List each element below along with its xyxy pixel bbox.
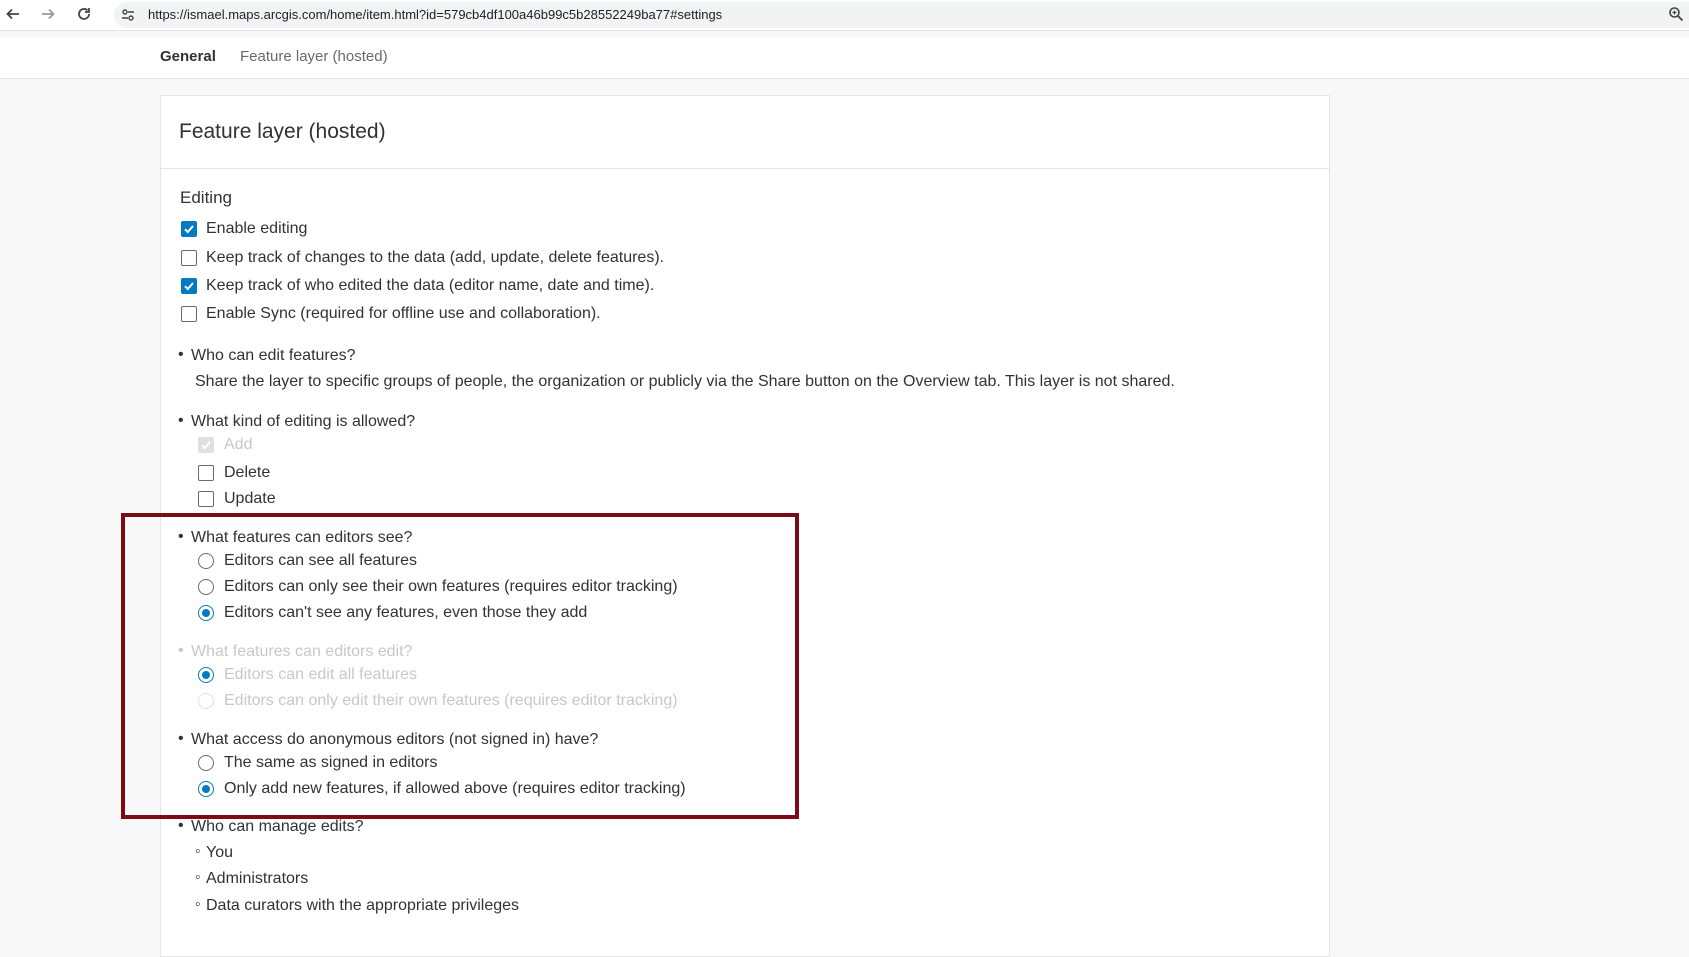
manage-item: You [206,844,233,861]
bullet-icon: • [178,346,184,363]
sub-bullet-icon: ◦ [195,896,201,913]
same-as-signed-in-radio[interactable] [198,755,214,771]
sub-bullet-icon: ◦ [195,869,201,886]
editing-kind-question: What kind of editing is allowed? [191,413,416,430]
see-none-radio[interactable] [198,605,214,621]
edit-own-label: Editors can only edit their own features… [224,692,678,709]
bullet-icon: • [178,730,184,747]
enable-editing-label: Enable editing [206,220,308,237]
update-checkbox[interactable] [198,491,214,507]
bullet-icon: • [178,642,184,659]
see-own-radio[interactable] [198,579,214,595]
delete-checkbox[interactable] [198,465,214,481]
features-edit-question: What features can editors edit? [191,643,413,660]
editing-heading: Editing [180,188,232,207]
site-settings-icon[interactable] [120,7,136,28]
bullet-icon: • [178,412,184,429]
card-header: Feature layer (hosted) [161,96,1329,169]
tab-feature-layer[interactable]: Feature layer (hosted) [240,48,388,65]
manage-item: Administrators [206,870,309,887]
browser-toolbar: https://ismael.maps.arcgis.com/home/item… [0,0,1689,31]
see-all-radio[interactable] [198,553,214,569]
tab-general[interactable]: General [160,48,216,65]
features-see-question: What features can editors see? [191,529,413,546]
see-own-label: Editors can only see their own features … [224,578,678,595]
url-text: https://ismael.maps.arcgis.com/home/item… [148,7,723,22]
delete-label: Delete [224,464,271,481]
enable-sync-label: Enable Sync (required for offline use an… [206,305,601,322]
edit-all-radio[interactable] [198,667,214,683]
manage-edits-question: Who can manage edits? [191,818,364,835]
update-label: Update [224,490,276,507]
settings-tabs: General Feature layer (hosted) [0,38,1689,79]
add-label: Add [224,436,253,453]
who-can-edit-description: Share the layer to specific groups of pe… [195,373,1175,390]
only-add-radio[interactable] [198,781,214,797]
enable-sync-checkbox[interactable] [181,306,197,322]
track-changes-label: Keep track of changes to the data (add, … [206,249,665,266]
bullet-icon: • [178,528,184,545]
see-none-label: Editors can't see any features, even tho… [224,604,588,621]
card-title: Feature layer (hosted) [179,120,386,143]
see-all-label: Editors can see all features [224,552,417,569]
only-add-label: Only add new features, if allowed above … [224,780,686,797]
reload-icon[interactable] [73,3,95,25]
edit-all-label: Editors can edit all features [224,666,417,683]
who-can-edit-question: Who can edit features? [191,347,356,364]
manage-item: Data curators with the appropriate privi… [206,897,520,914]
enable-editing-checkbox[interactable] [181,221,197,237]
forward-arrow-icon[interactable] [37,3,59,25]
track-editors-checkbox[interactable] [181,278,197,294]
same-as-signed-in-label: The same as signed in editors [224,754,438,771]
track-changes-checkbox[interactable] [181,250,197,266]
anonymous-access-question: What access do anonymous editors (not si… [191,731,599,748]
back-arrow-icon[interactable] [2,3,24,25]
edit-own-radio[interactable] [198,693,214,709]
track-editors-label: Keep track of who edited the data (edito… [206,277,655,294]
sub-bullet-icon: ◦ [195,843,201,860]
zoom-icon[interactable] [1668,6,1684,27]
add-checkbox[interactable] [198,437,214,453]
bullet-icon: • [178,817,184,834]
